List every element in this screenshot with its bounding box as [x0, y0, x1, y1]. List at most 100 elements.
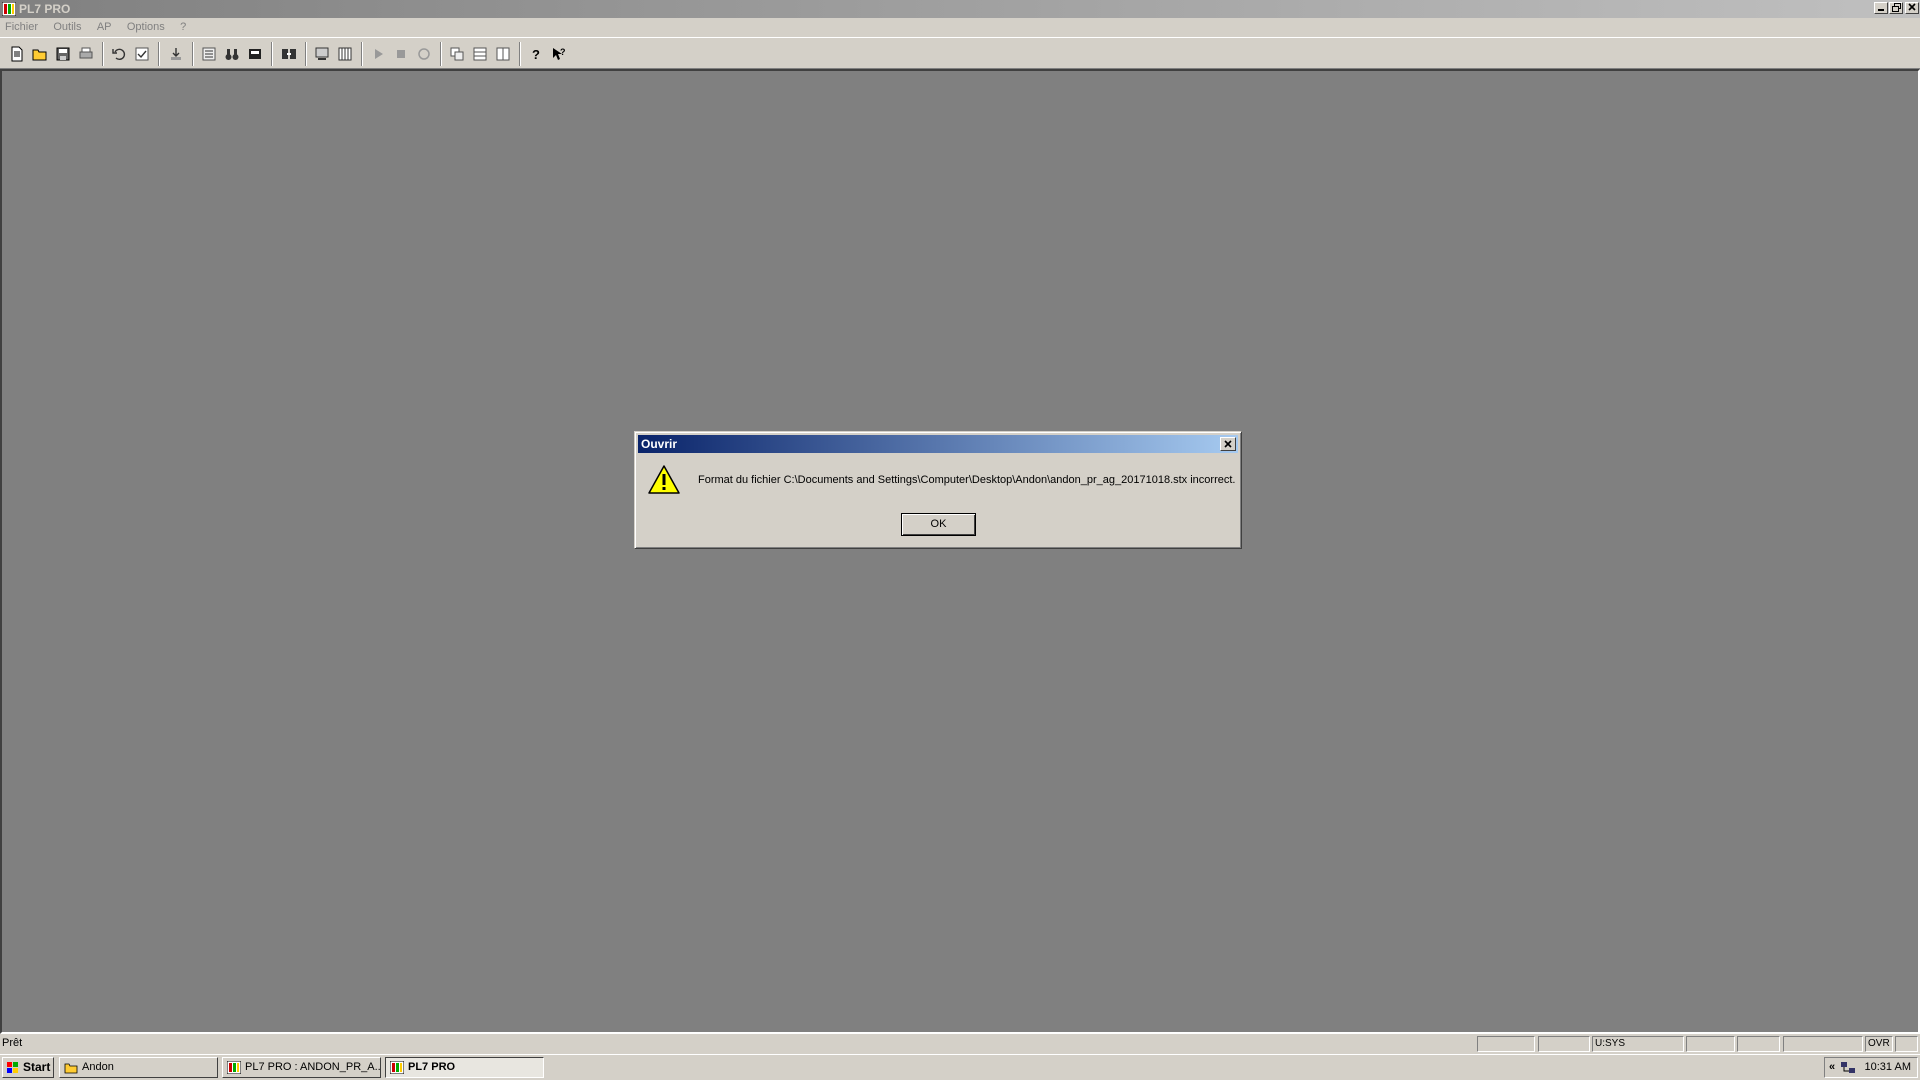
dialog-titlebar[interactable]: Ouvrir: [638, 435, 1238, 453]
tile-button[interactable]: [446, 43, 468, 65]
import-icon: [171, 48, 181, 60]
restore-button[interactable]: [1889, 2, 1903, 14]
new-button[interactable]: [6, 43, 28, 65]
toolbar-separator: [440, 42, 442, 66]
taskbar-item-andon[interactable]: Andon: [59, 1057, 218, 1078]
list-button[interactable]: [198, 43, 220, 65]
panels-button[interactable]: [492, 43, 514, 65]
svg-text:?: ?: [532, 47, 540, 62]
columns-button[interactable]: [334, 43, 356, 65]
close-icon: [1908, 3, 1916, 11]
start-label: Start: [23, 1060, 51, 1074]
menu-options[interactable]: Options: [121, 18, 171, 37]
warning-icon: [648, 465, 680, 494]
toolbar-separator: [102, 42, 104, 66]
restore-icon: [1891, 3, 1901, 12]
dialog-title: Ouvrir: [641, 437, 678, 451]
toolbar: ? ?: [0, 37, 1920, 69]
monitor-button[interactable]: [311, 43, 333, 65]
stop-icon: [397, 50, 405, 58]
status-panel: [1895, 1036, 1918, 1052]
status-panel: [1783, 1036, 1863, 1052]
close-window-button[interactable]: [1905, 2, 1919, 14]
dialog-message: Format du fichier C:\Documents and Setti…: [698, 474, 1236, 486]
print-icon: [79, 47, 93, 59]
menu-bar: Fichier Outils AP Options ?: [0, 18, 1920, 37]
save-icon: [56, 47, 70, 61]
taskbar-item-label: Andon: [82, 1061, 114, 1073]
error-dialog: Ouvrir Format du fichier C:\Documents an…: [634, 431, 1242, 549]
menu-ap[interactable]: AP: [91, 18, 118, 37]
undo-icon: [112, 48, 126, 61]
columns-icon: [338, 47, 352, 61]
status-panel: [1737, 1036, 1780, 1052]
start-button[interactable]: Start: [2, 1057, 54, 1078]
pl7-app-icon: [2, 2, 16, 16]
menu-outils[interactable]: Outils: [47, 18, 87, 37]
monitor-icon: [315, 47, 329, 60]
binoculars-icon: [225, 49, 239, 60]
close-icon: [1224, 440, 1232, 448]
transfer-icon: [282, 49, 296, 59]
system-tray: « 10:31 AM: [1824, 1057, 1918, 1078]
windows-flag-icon: [7, 1062, 18, 1073]
tray-expand-chevron[interactable]: «: [1829, 1058, 1835, 1077]
toolbar-separator: [519, 42, 521, 66]
context-help-icon: ?: [553, 47, 566, 60]
clock[interactable]: 10:31 AM: [1865, 1058, 1911, 1077]
status-text: Prêt: [2, 1037, 23, 1049]
open-folder-icon: [32, 49, 47, 61]
workspace-area: [0, 69, 1920, 1034]
run-button[interactable]: [367, 43, 389, 65]
menu-fichier[interactable]: Fichier: [0, 18, 44, 37]
window-title: PL7 PRO: [19, 2, 71, 16]
taskbar-item-pl7-pro[interactable]: PL7 PRO: [385, 1057, 544, 1078]
list-icon: [202, 47, 216, 61]
database-button[interactable]: [244, 43, 266, 65]
run-icon: [375, 49, 383, 59]
rows-icon: [473, 47, 487, 61]
folder-icon: [64, 1063, 78, 1074]
init-button[interactable]: [413, 43, 435, 65]
import-button[interactable]: [165, 43, 187, 65]
minimize-icon: [1878, 9, 1884, 11]
toolbar-separator: [271, 42, 273, 66]
status-user-panel: U:SYS: [1592, 1036, 1684, 1052]
transfer-button[interactable]: [278, 43, 300, 65]
print-button[interactable]: [75, 43, 97, 65]
toolbar-separator: [192, 42, 194, 66]
status-panel: [1538, 1036, 1590, 1052]
context-help-button[interactable]: ?: [548, 43, 570, 65]
stop-button[interactable]: [390, 43, 412, 65]
init-icon: [418, 48, 430, 60]
rows-button[interactable]: [469, 43, 491, 65]
ok-button[interactable]: OK: [901, 513, 976, 536]
pl7-app-icon: [227, 1061, 241, 1074]
status-panel: [1477, 1036, 1535, 1052]
new-document-icon: [11, 46, 23, 62]
validate-button[interactable]: [131, 43, 153, 65]
dialog-close-button[interactable]: [1220, 437, 1236, 451]
toolbar-separator: [305, 42, 307, 66]
menu-help[interactable]: ?: [174, 18, 192, 37]
help-button[interactable]: ?: [525, 43, 547, 65]
validate-icon: [135, 47, 149, 61]
taskbar-item-label: PL7 PRO : ANDON_PR_A...: [245, 1061, 381, 1073]
database-icon: [249, 49, 261, 59]
help-icon: ?: [532, 47, 540, 62]
taskbar: Start Andon PL7 PRO : ANDON_PR_A... PL7 …: [0, 1054, 1920, 1080]
undo-button[interactable]: [108, 43, 130, 65]
open-button[interactable]: [29, 43, 51, 65]
network-icon[interactable]: [1841, 1061, 1855, 1075]
tile-icon: [450, 47, 464, 61]
status-panel: [1686, 1036, 1735, 1052]
save-button[interactable]: [52, 43, 74, 65]
toolbar-separator: [158, 42, 160, 66]
window-titlebar[interactable]: PL7 PRO: [0, 0, 1920, 18]
panels-icon: [496, 47, 510, 61]
taskbar-item-pl7-project[interactable]: PL7 PRO : ANDON_PR_A...: [222, 1057, 381, 1078]
minimize-button[interactable]: [1874, 2, 1888, 14]
toolbar-separator: [361, 42, 363, 66]
find-button[interactable]: [221, 43, 243, 65]
status-mode-panel: OVR: [1865, 1036, 1893, 1052]
